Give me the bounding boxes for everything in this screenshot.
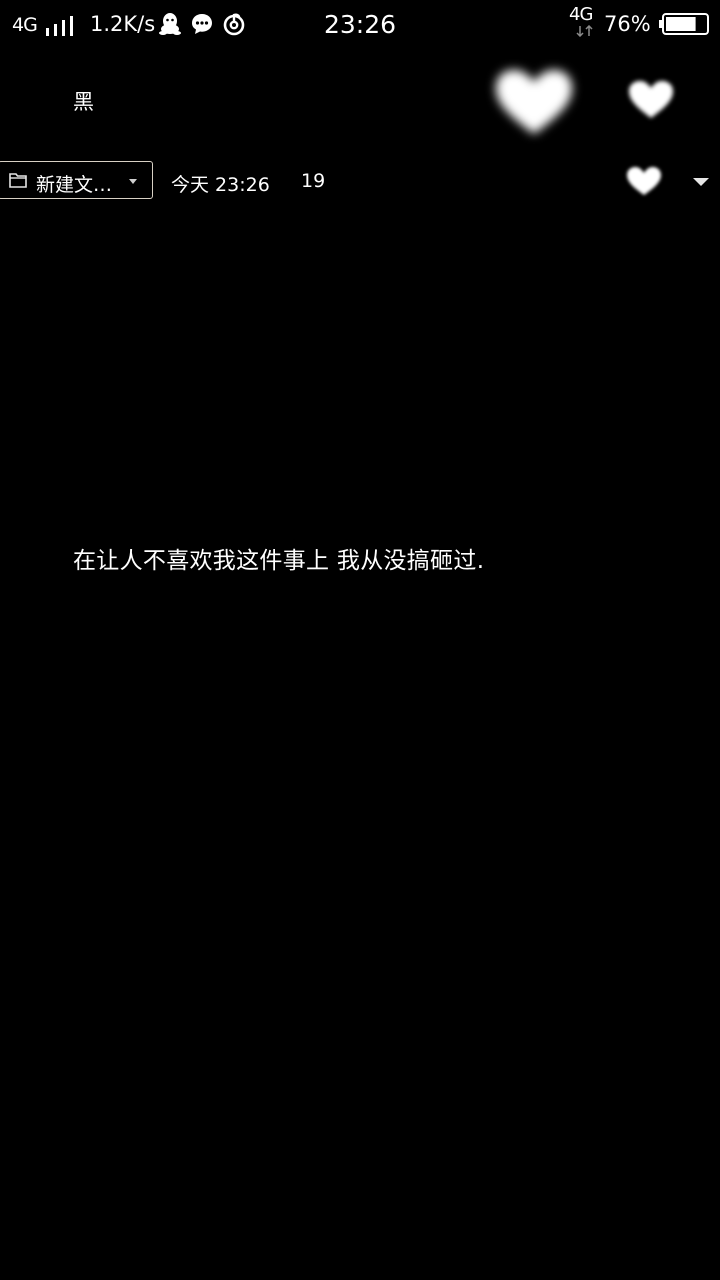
battery-icon: [659, 13, 709, 35]
char-count: 19: [301, 170, 326, 192]
folder-icon: [9, 173, 27, 188]
expand-dropdown-icon[interactable]: [693, 178, 709, 186]
folder-select[interactable]: 新建文…: [0, 161, 153, 199]
battery-percent: 76%: [604, 12, 651, 36]
chevron-down-icon: [129, 179, 137, 184]
network-type-right: 4G: [569, 4, 593, 25]
glowing-heart-icon: [496, 70, 572, 134]
heart-icon[interactable]: [625, 165, 663, 197]
note-date: 今天 23:26: [171, 174, 270, 196]
note-body-text[interactable]: 在让人不喜欢我这件事上 我从没搞砸过.: [73, 541, 484, 575]
data-arrows-icon: [576, 25, 593, 37]
note-title[interactable]: 黑: [73, 86, 94, 116]
heart-icon[interactable]: [626, 78, 676, 120]
folder-label: 新建文…: [36, 174, 113, 196]
status-bar: 4G 1.2K/s 23:26 4G 76%: [0, 0, 720, 50]
